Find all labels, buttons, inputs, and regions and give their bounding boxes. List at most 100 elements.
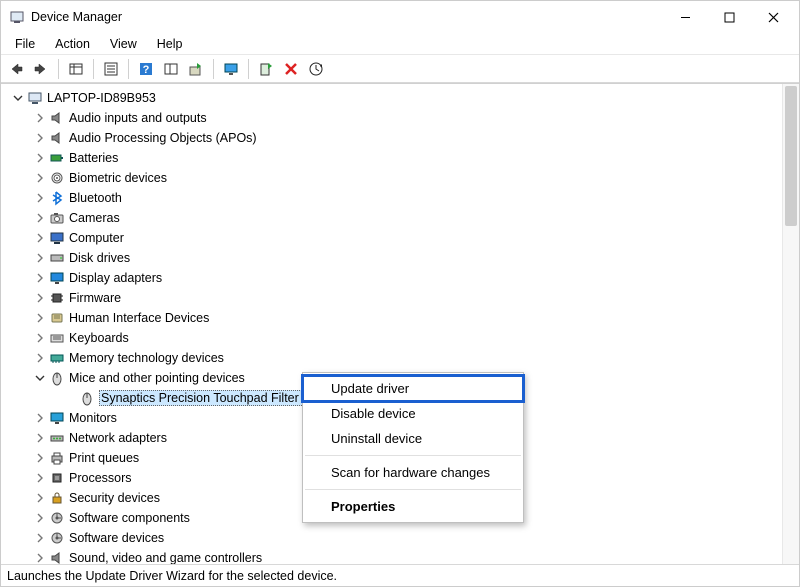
tree-category[interactable]: Memory technology devices: [11, 348, 799, 368]
tree-category[interactable]: Human Interface Devices: [11, 308, 799, 328]
tree-item-label: Monitors: [69, 411, 117, 425]
scrollbar-thumb[interactable]: [785, 86, 797, 226]
device-tree[interactable]: LAPTOP-ID89B953 Audio inputs and outputs A…: [1, 83, 799, 564]
tree-category[interactable]: Bluetooth: [11, 188, 799, 208]
help-icon[interactable]: ?: [135, 58, 157, 80]
menu-action[interactable]: Action: [45, 35, 100, 53]
printer-icon: [49, 450, 65, 466]
tree-item-label: Sound, video and game controllers: [69, 551, 262, 564]
minimize-button[interactable]: [663, 1, 707, 33]
ctx-properties[interactable]: Properties: [303, 494, 523, 519]
bluetooth-icon: [49, 190, 65, 206]
tree-category[interactable]: Audio inputs and outputs: [11, 108, 799, 128]
root-icon: [27, 90, 43, 106]
tree-item-label: Software devices: [69, 531, 164, 545]
chevron-down-icon[interactable]: [33, 371, 47, 385]
ctx-update-driver[interactable]: Update driver: [303, 376, 523, 401]
tree-category[interactable]: Biometric devices: [11, 168, 799, 188]
tree-item-label: Network adapters: [69, 431, 167, 445]
chevron-right-icon[interactable]: [33, 211, 47, 225]
memory-icon: [49, 350, 65, 366]
tree-item-label: Audio inputs and outputs: [69, 111, 207, 125]
tree-category[interactable]: Batteries: [11, 148, 799, 168]
chevron-right-icon[interactable]: [33, 171, 47, 185]
monitor-icon[interactable]: [220, 58, 242, 80]
ctx-scan-hardware[interactable]: Scan for hardware changes: [303, 460, 523, 485]
chevron-right-icon[interactable]: [33, 111, 47, 125]
chevron-right-icon[interactable]: [33, 131, 47, 145]
menu-help[interactable]: Help: [147, 35, 193, 53]
chevron-right-icon[interactable]: [33, 191, 47, 205]
tree-item-label: Display adapters: [69, 271, 162, 285]
computer-icon: [49, 230, 65, 246]
chevron-right-icon[interactable]: [33, 251, 47, 265]
tree-category[interactable]: Cameras: [11, 208, 799, 228]
mouse-icon: [49, 370, 65, 386]
menu-file[interactable]: File: [5, 35, 45, 53]
tree-category[interactable]: Firmware: [11, 288, 799, 308]
chevron-right-icon[interactable]: [33, 511, 47, 525]
forward-button[interactable]: [30, 58, 52, 80]
menubar: File Action View Help: [1, 33, 799, 55]
tree-item-label: Biometric devices: [69, 171, 167, 185]
speaker-icon: [49, 130, 65, 146]
device-manager-window: Device Manager File Action View Help ?: [0, 0, 800, 587]
monitor-icon: [49, 410, 65, 426]
chevron-right-icon[interactable]: [33, 431, 47, 445]
chevron-right-icon[interactable]: [33, 491, 47, 505]
mouse-icon: [79, 390, 95, 406]
ctx-uninstall-device[interactable]: Uninstall device: [303, 426, 523, 451]
chevron-right-icon[interactable]: [33, 471, 47, 485]
tree-category[interactable]: Audio Processing Objects (APOs): [11, 128, 799, 148]
properties-icon[interactable]: [100, 58, 122, 80]
tree-category[interactable]: Software devices: [11, 528, 799, 548]
maximize-button[interactable]: [707, 1, 751, 33]
chevron-right-icon[interactable]: [33, 551, 47, 564]
chevron-right-icon[interactable]: [33, 231, 47, 245]
camera-icon: [49, 210, 65, 226]
close-button[interactable]: [751, 1, 795, 33]
refresh-icon[interactable]: [305, 58, 327, 80]
battery-icon: [49, 150, 65, 166]
menu-view[interactable]: View: [100, 35, 147, 53]
software-icon: [49, 530, 65, 546]
chevron-right-icon[interactable]: [33, 451, 47, 465]
statusbar: Launches the Update Driver Wizard for th…: [1, 564, 799, 586]
toolbar: ?: [1, 55, 799, 83]
speaker-icon: [49, 550, 65, 564]
chevron-right-icon[interactable]: [33, 411, 47, 425]
ctx-separator: [305, 455, 521, 456]
chevron-down-icon[interactable]: [11, 91, 25, 105]
uninstall-icon[interactable]: [280, 58, 302, 80]
scrollbar[interactable]: [782, 84, 799, 564]
chevron-right-icon[interactable]: [33, 531, 47, 545]
chevron-right-icon[interactable]: [33, 151, 47, 165]
tree-item-label: Firmware: [69, 291, 121, 305]
tree-item-label: Audio Processing Objects (APOs): [69, 131, 257, 145]
tree-root-node[interactable]: LAPTOP-ID89B953: [11, 88, 799, 108]
speaker-icon: [49, 110, 65, 126]
tree-item-label: Memory technology devices: [69, 351, 224, 365]
show-hidden-icon[interactable]: [65, 58, 87, 80]
tree-category[interactable]: Display adapters: [11, 268, 799, 288]
tree-category[interactable]: Sound, video and game controllers: [11, 548, 799, 564]
tree-item-label: Disk drives: [69, 251, 130, 265]
chevron-right-icon[interactable]: [33, 351, 47, 365]
chevron-right-icon[interactable]: [33, 311, 47, 325]
update-driver-icon[interactable]: [185, 58, 207, 80]
keyboard-icon: [49, 330, 65, 346]
tree-item-label: Mice and other pointing devices: [69, 371, 245, 385]
tree-category[interactable]: Keyboards: [11, 328, 799, 348]
ctx-disable-device[interactable]: Disable device: [303, 401, 523, 426]
chip-icon: [49, 290, 65, 306]
chevron-right-icon[interactable]: [33, 331, 47, 345]
action-icon[interactable]: [160, 58, 182, 80]
display-icon: [49, 270, 65, 286]
chevron-right-icon[interactable]: [33, 271, 47, 285]
tree-item-label: LAPTOP-ID89B953: [47, 91, 156, 105]
back-button[interactable]: [5, 58, 27, 80]
chevron-right-icon[interactable]: [33, 291, 47, 305]
tree-category[interactable]: Disk drives: [11, 248, 799, 268]
enable-icon[interactable]: [255, 58, 277, 80]
tree-category[interactable]: Computer: [11, 228, 799, 248]
